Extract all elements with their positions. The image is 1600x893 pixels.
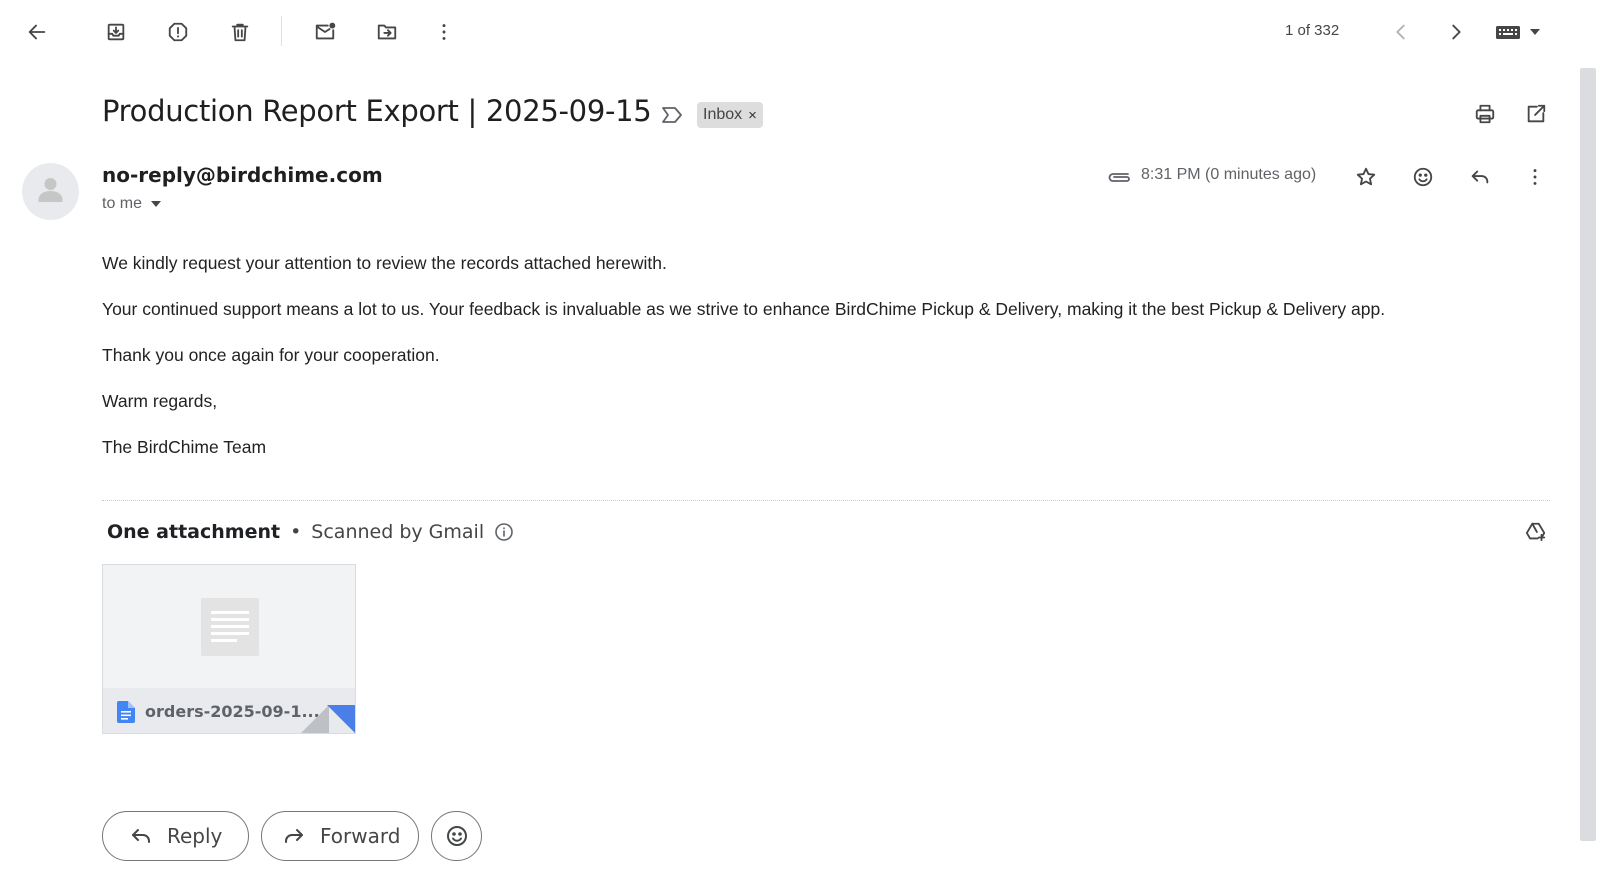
document-preview-icon [201, 598, 259, 656]
attachment-filename: orders-2025-09-1... [145, 702, 320, 721]
body-paragraph: Thank you once again for your cooperatio… [102, 345, 440, 365]
arrow-left-icon [28, 24, 46, 40]
body-paragraph: We kindly request your attention to revi… [102, 253, 667, 273]
keyboard-icon [1496, 26, 1520, 39]
delete-button[interactable] [222, 14, 258, 50]
reply-icon [132, 829, 150, 843]
body-paragraph: Warm regards, [102, 391, 218, 411]
add-reaction-button[interactable] [1405, 159, 1441, 195]
forward-icon [285, 829, 303, 843]
chevron-left-icon [1396, 24, 1405, 40]
move-to-button[interactable] [369, 14, 405, 50]
reply-label: Reply [167, 824, 223, 848]
star-button[interactable] [1348, 159, 1384, 195]
attachments-header: One attachment • Scanned by Gmail [107, 521, 514, 543]
scan-status: Scanned by Gmail [311, 521, 485, 543]
attachments-title: One attachment [107, 521, 281, 543]
attachment-preview [103, 565, 355, 688]
more-vertical-icon [442, 24, 446, 40]
toolbar-divider [281, 16, 282, 46]
forward-label: Forward [320, 824, 401, 848]
add-to-drive-button[interactable] [1518, 514, 1554, 550]
print-icon [1475, 104, 1495, 124]
attachment-indicator [1106, 166, 1132, 186]
separator-dot: • [290, 521, 302, 543]
star-icon [1356, 167, 1376, 186]
paperclip-icon [1108, 173, 1130, 182]
importance-marker[interactable] [660, 103, 684, 127]
report-spam-button[interactable] [160, 14, 196, 50]
newer-button[interactable] [1383, 14, 1419, 50]
recipient-label: to me [102, 195, 143, 212]
sender-address: no-reply@birdchime.com [102, 163, 383, 187]
print-all-button[interactable] [1467, 96, 1503, 132]
mark-unread-button[interactable] [307, 14, 343, 50]
reply-icon [1471, 170, 1489, 184]
label-name: Inbox [703, 106, 743, 123]
message-counter: 1 of 332 [1285, 22, 1340, 39]
mail-unread-icon [315, 22, 336, 40]
trash-icon [231, 23, 249, 42]
label-importance-icon [662, 107, 682, 123]
attachments-divider [102, 500, 1550, 501]
older-button[interactable] [1438, 14, 1474, 50]
caret-down-icon [151, 201, 162, 207]
scrollbar[interactable] [1580, 68, 1596, 841]
reply-icon-button[interactable] [1462, 159, 1498, 195]
person-icon [38, 178, 63, 202]
drive-add-icon [1525, 522, 1546, 542]
corner-fold-accent [327, 705, 355, 733]
body-paragraph: The BirdChime Team [102, 437, 267, 457]
corner-fold [301, 705, 329, 733]
back-button[interactable] [19, 14, 55, 50]
reply-button[interactable]: Reply [102, 811, 249, 861]
emoji-icon [1413, 167, 1433, 187]
input-tools-button[interactable] [1495, 22, 1551, 42]
remove-label-button[interactable]: × [748, 107, 757, 124]
more-vertical-icon [1533, 169, 1537, 185]
recipient-details-toggle[interactable]: to me [102, 195, 162, 213]
inbox-label-chip: Inbox × [697, 102, 763, 128]
body-paragraph: Your continued support means a lot to us… [102, 299, 1386, 319]
archive-button[interactable] [98, 14, 134, 50]
emoji-icon [446, 826, 467, 846]
attachment-card[interactable]: orders-2025-09-1... [102, 564, 356, 734]
open-in-new-icon [1527, 104, 1546, 123]
archive-icon [107, 23, 125, 41]
google-doc-icon [117, 700, 135, 723]
email-subject: Production Report Export | 2025-09-15 [102, 94, 652, 128]
folder-move-icon [377, 24, 397, 40]
sender-avatar [22, 163, 79, 220]
chevron-right-icon [1452, 24, 1461, 40]
report-spam-icon [168, 22, 188, 42]
email-timestamp: 8:31 PM (0 minutes ago) [1141, 166, 1317, 183]
info-icon[interactable] [494, 522, 514, 542]
caret-down-icon [1530, 29, 1540, 35]
message-more-button[interactable] [1517, 159, 1553, 195]
open-new-window-button[interactable] [1518, 96, 1554, 132]
emoji-reaction-button[interactable] [431, 811, 482, 861]
forward-button[interactable]: Forward [261, 811, 419, 861]
more-options-button[interactable] [426, 14, 462, 50]
